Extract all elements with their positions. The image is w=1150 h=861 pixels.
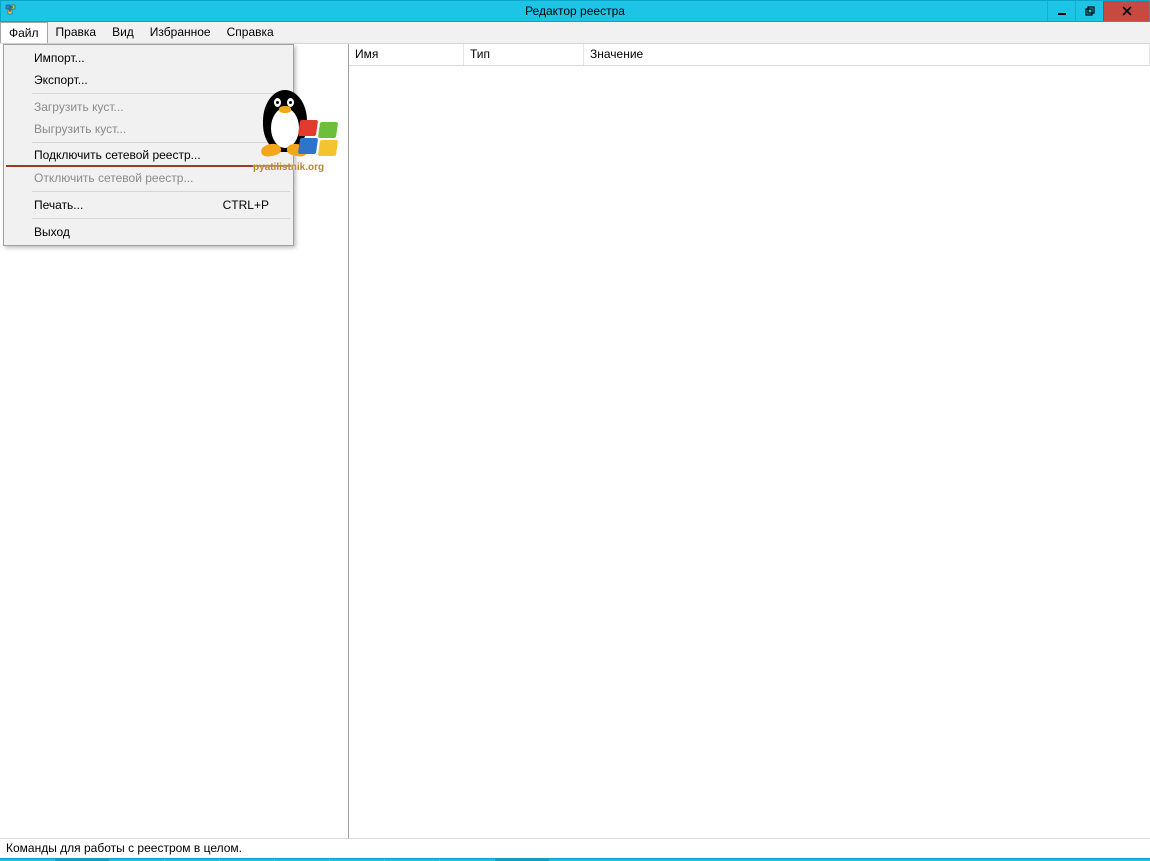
menu-load-hive: Загрузить куст...	[6, 96, 291, 118]
regedit-icon	[5, 3, 19, 20]
menu-export[interactable]: Экспорт...	[6, 69, 291, 91]
menu-separator	[32, 218, 290, 219]
menu-separator	[32, 142, 290, 143]
menu-load-hive-label: Загрузить куст...	[34, 100, 124, 114]
menu-unload-hive: Выгрузить куст...	[6, 118, 291, 140]
menu-exit-label: Выход	[34, 225, 70, 239]
menu-file[interactable]: Файл	[0, 22, 48, 43]
minimize-button[interactable]	[1047, 1, 1075, 21]
status-text: Команды для работы с реестром в целом.	[6, 841, 242, 855]
client-area: Импорт... Экспорт... Загрузить куст... В…	[0, 44, 1150, 838]
menu-edit[interactable]: Правка	[48, 22, 105, 43]
menubar: Файл Правка Вид Избранное Справка	[0, 22, 1150, 44]
menu-import-label: Импорт...	[34, 51, 85, 65]
window-title: Редактор реестра	[525, 4, 625, 18]
column-type[interactable]: Тип	[464, 44, 584, 65]
close-button[interactable]	[1103, 1, 1149, 21]
menu-disconnect-network-registry: Отключить сетевой реестр...	[6, 167, 291, 189]
column-header-row: Имя Тип Значение	[349, 44, 1150, 66]
menu-exit[interactable]: Выход	[6, 221, 291, 243]
menu-connect-net-label: Подключить сетевой реестр...	[34, 148, 201, 162]
menu-separator	[32, 191, 290, 192]
restore-button[interactable]	[1075, 1, 1103, 21]
menu-unload-hive-label: Выгрузить куст...	[34, 122, 126, 136]
menu-connect-network-registry[interactable]: Подключить сетевой реестр...	[6, 145, 291, 167]
menu-export-label: Экспорт...	[34, 73, 88, 87]
status-bar: Команды для работы с реестром в целом.	[0, 838, 1150, 858]
menu-help[interactable]: Справка	[219, 22, 282, 43]
menu-import[interactable]: Импорт...	[6, 47, 291, 69]
menu-disconnect-net-label: Отключить сетевой реестр...	[34, 171, 193, 185]
file-dropdown: Импорт... Экспорт... Загрузить куст... В…	[3, 44, 294, 246]
window-titlebar: Редактор реестра	[0, 0, 1150, 22]
column-name[interactable]: Имя	[349, 44, 464, 65]
registry-values-pane: Имя Тип Значение	[349, 44, 1150, 838]
menu-print-label: Печать...	[34, 198, 83, 212]
menu-favorites[interactable]: Избранное	[142, 22, 219, 43]
menu-separator	[32, 93, 290, 94]
menu-print-shortcut: CTRL+P	[223, 198, 269, 212]
menu-print[interactable]: Печать... CTRL+P	[6, 194, 291, 216]
column-value[interactable]: Значение	[584, 44, 1150, 65]
menu-view[interactable]: Вид	[104, 22, 142, 43]
